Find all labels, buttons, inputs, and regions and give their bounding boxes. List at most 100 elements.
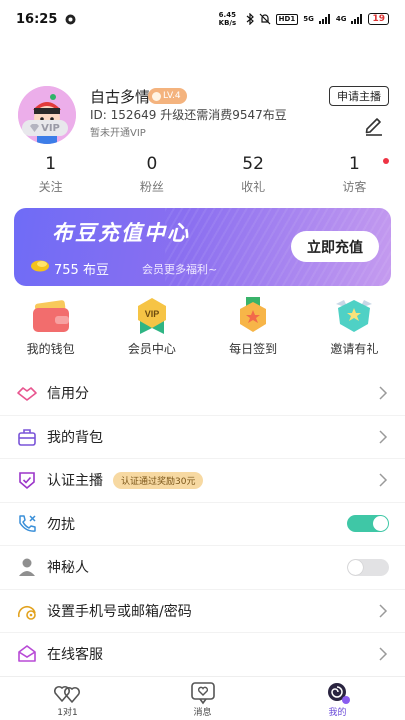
- stat-visitors[interactable]: 1 访客: [304, 150, 405, 196]
- hd-indicator: HD1: [275, 13, 299, 25]
- mute-bell-icon: [259, 13, 271, 25]
- status-bar: 16:25 6.45 KB/s HD1 5G 4G 19: [0, 0, 405, 38]
- chevron-right-icon: [379, 386, 388, 400]
- edit-icon[interactable]: [363, 114, 385, 136]
- bluetooth-icon: [246, 13, 254, 25]
- hearts-icon: [53, 685, 80, 703]
- network-5g: 5G: [303, 15, 314, 23]
- stat-value: 1: [45, 154, 57, 174]
- user-id-line: ID: 152649 升级还需消费9547布豆: [90, 108, 287, 122]
- signal-icon: [318, 14, 330, 24]
- tab-label: 我的: [328, 708, 347, 718]
- menu-backpack[interactable]: 我的背包: [0, 416, 405, 459]
- level-icon: [152, 91, 161, 101]
- toggle-knob: [373, 516, 388, 532]
- stat-fans[interactable]: 0 粉丝: [101, 150, 202, 196]
- vip-badge: VIP: [22, 120, 68, 136]
- menu-list: 信用分 我的背包 认证主播 认证通过奖励30元 勿扰 神秘人 设置手机号或邮箱/…: [0, 372, 405, 677]
- bottom-tab-bar: 1对1 消息 我的: [0, 676, 405, 720]
- settings-icon: [17, 605, 36, 620]
- banner-title: 布豆充值中心: [52, 221, 190, 245]
- network-4g: 4G: [335, 15, 347, 23]
- verified-shield-icon: [19, 472, 35, 490]
- stat-label: 关注: [38, 180, 63, 194]
- signal-icon-2: [351, 14, 363, 24]
- app-notification-icon: [65, 14, 76, 24]
- banner-subtitle: 会员更多福利~: [142, 263, 218, 276]
- stat-label: 粉丝: [139, 180, 164, 194]
- stat-gifts[interactable]: 52 收礼: [203, 150, 304, 196]
- stat-label: 收礼: [241, 180, 266, 194]
- level-label: LV.4: [163, 91, 181, 101]
- menu-label: 信用分: [47, 386, 89, 403]
- menu-verify-anchor[interactable]: 认证主播 认证通过奖励30元: [0, 459, 405, 503]
- svg-text:VIP: VIP: [145, 309, 160, 319]
- quick-label: 我的钱包: [26, 342, 75, 356]
- notification-dot: [383, 158, 389, 164]
- mystery-person-toggle[interactable]: [347, 558, 389, 576]
- vip-badge-icon: VIP: [137, 298, 166, 334]
- tab-one-on-one[interactable]: 1对1: [0, 677, 135, 720]
- menu-mystery-person: 神秘人: [0, 546, 405, 590]
- reward-tag: 认证通过奖励30元: [113, 471, 204, 489]
- menu-label: 设置手机号或邮箱/密码: [47, 603, 192, 620]
- menu-label: 认证主播: [47, 473, 103, 490]
- invite-gift-icon: [336, 300, 373, 332]
- stat-following[interactable]: 1 关注: [0, 150, 101, 196]
- chevron-right-icon: [379, 473, 388, 487]
- status-time: 16:25: [16, 11, 58, 27]
- menu-label: 在线客服: [47, 647, 103, 664]
- battery-icon: 19: [368, 13, 389, 25]
- apply-anchor-button[interactable]: 申请主播: [329, 86, 389, 106]
- tab-messages[interactable]: 消息: [135, 677, 270, 720]
- network-speed: 6.45 KB/s: [218, 11, 237, 27]
- mail-icon: [18, 645, 36, 663]
- menu-do-not-disturb: 勿扰: [0, 503, 405, 546]
- stat-value: 1: [348, 154, 360, 174]
- battery-level: 19: [372, 14, 385, 24]
- vip-badge-label: VIP: [41, 122, 60, 134]
- quick-label: 每日签到: [229, 342, 278, 356]
- stat-value: 52: [242, 154, 264, 174]
- quick-actions: 我的钱包 VIP 会员中心 每日签到 邀请有礼: [0, 296, 405, 362]
- quick-daily-checkin[interactable]: 每日签到: [203, 296, 304, 362]
- menu-label: 勿扰: [47, 516, 75, 533]
- menu-label: 神秘人: [47, 560, 89, 577]
- backpack-icon: [18, 428, 36, 446]
- chevron-right-icon: [379, 604, 388, 618]
- tab-label: 消息: [193, 708, 212, 718]
- menu-customer-service[interactable]: 在线客服: [0, 633, 405, 677]
- toggle-knob: [348, 559, 363, 575]
- quick-vip-center[interactable]: VIP 会员中心: [101, 296, 202, 362]
- menu-credit-score[interactable]: 信用分: [0, 372, 405, 416]
- person-icon: [19, 558, 35, 577]
- daily-checkin-icon: [240, 297, 267, 332]
- wallet-icon: [32, 300, 69, 332]
- profile-icon: [327, 683, 350, 704]
- user-name: 自古多情: [90, 88, 151, 106]
- phone-mute-icon: [19, 515, 36, 532]
- recharge-banner[interactable]: 布豆充值中心 755 布豆 会员更多福利~ 立即充值: [14, 208, 391, 286]
- vip-status: 暂未开通VIP: [90, 128, 146, 139]
- handshake-icon: [17, 387, 37, 402]
- stat-label: 访客: [342, 180, 367, 194]
- chevron-right-icon: [379, 430, 388, 444]
- stats-row: 1 关注 0 粉丝 52 收礼 1 访客: [0, 150, 405, 196]
- coin-balance: 755 布豆: [54, 263, 109, 278]
- stat-value: 0: [146, 154, 158, 174]
- quick-wallet[interactable]: 我的钱包: [0, 296, 101, 362]
- quick-label: 会员中心: [127, 342, 176, 356]
- tab-label: 1对1: [57, 708, 78, 718]
- vip-diamond-icon: [30, 124, 40, 132]
- tab-mine[interactable]: 我的: [270, 677, 405, 720]
- message-icon: [190, 682, 215, 705]
- level-badge: LV.4: [148, 88, 187, 104]
- coin-icon: [31, 260, 49, 272]
- chevron-right-icon: [379, 647, 388, 661]
- do-not-disturb-toggle[interactable]: [347, 515, 389, 533]
- quick-label: 邀请有礼: [330, 342, 379, 356]
- quick-invite[interactable]: 邀请有礼: [304, 296, 405, 362]
- recharge-button[interactable]: 立即充值: [291, 231, 379, 262]
- menu-label: 我的背包: [47, 429, 103, 446]
- menu-account-settings[interactable]: 设置手机号或邮箱/密码: [0, 590, 405, 633]
